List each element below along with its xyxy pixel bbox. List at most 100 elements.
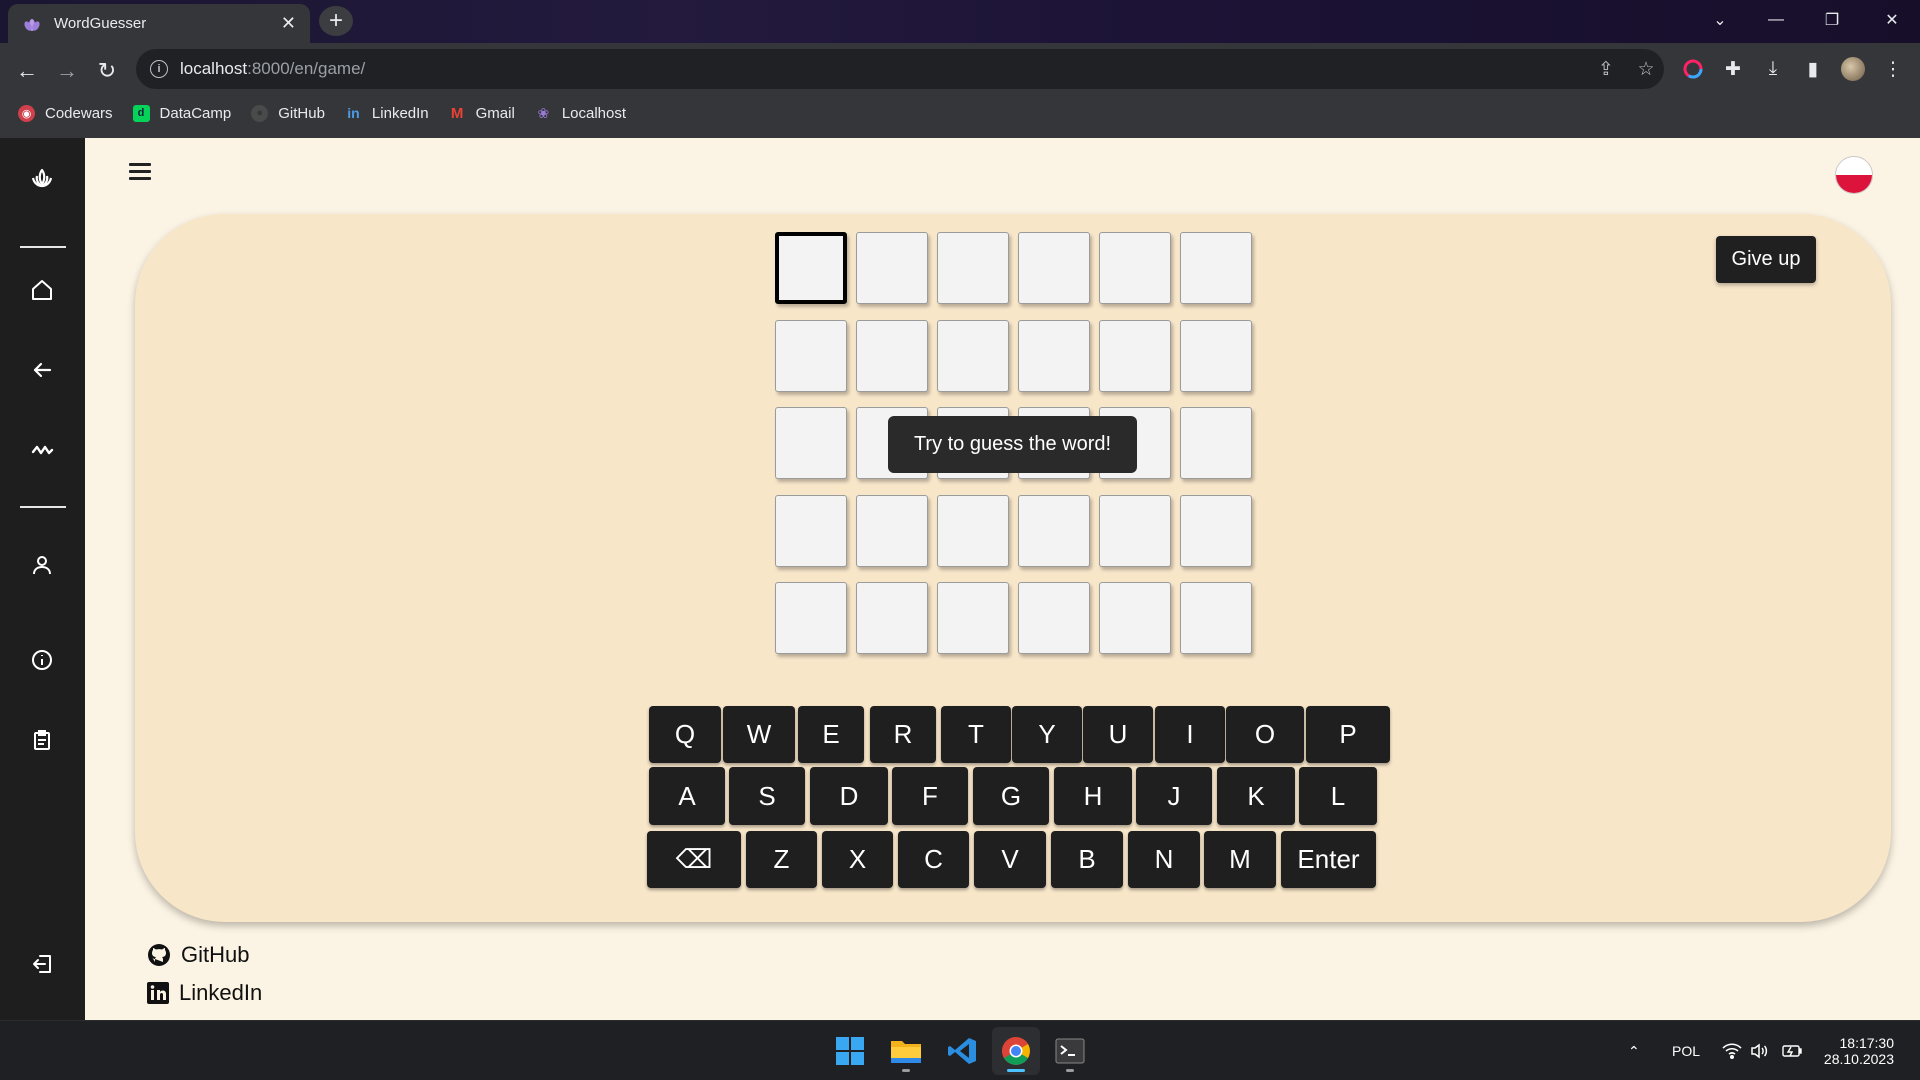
clipboard-icon[interactable] (24, 722, 60, 758)
tray-overflow-icon[interactable]: ⌃ (1628, 1021, 1640, 1080)
polish-flag-language-icon[interactable] (1835, 156, 1873, 194)
key-g[interactable]: G (973, 767, 1049, 825)
letter-cell[interactable] (775, 582, 847, 654)
key-n[interactable]: N (1128, 831, 1200, 888)
key-t[interactable]: T (941, 706, 1011, 763)
key-u[interactable]: U (1083, 706, 1153, 763)
key-k[interactable]: K (1217, 767, 1295, 825)
key-s[interactable]: S (729, 767, 805, 825)
key-a[interactable]: A (649, 767, 725, 825)
key-q[interactable]: Q (649, 706, 721, 763)
letter-cell[interactable] (856, 582, 928, 654)
terminal-icon[interactable] (1046, 1027, 1094, 1075)
letter-cell[interactable] (1180, 319, 1252, 392)
key-f[interactable]: F (892, 767, 968, 825)
footer-linkedin-link[interactable]: LinkedIn (147, 974, 262, 1012)
letter-cell[interactable] (1099, 494, 1171, 567)
letter-cell[interactable] (775, 407, 847, 479)
file-explorer-icon[interactable] (882, 1027, 930, 1075)
site-info-icon[interactable]: i (150, 60, 168, 78)
wifi-icon[interactable] (1722, 1021, 1742, 1080)
bookmark-star-icon[interactable]: ☆ (1634, 57, 1658, 81)
chrome-icon[interactable] (992, 1027, 1040, 1075)
letter-cell[interactable] (1180, 494, 1252, 567)
side-panel-icon[interactable]: ▮ (1800, 56, 1826, 82)
key-c[interactable]: C (898, 831, 969, 888)
bookmark-gmail[interactable]: M Gmail (449, 105, 515, 122)
key-i[interactable]: I (1155, 706, 1225, 763)
bookmark-localhost[interactable]: ❀ Localhost (535, 105, 626, 122)
give-up-button[interactable]: Give up (1716, 236, 1816, 283)
user-icon[interactable] (24, 547, 60, 583)
letter-cell[interactable] (1018, 494, 1090, 567)
extensions-puzzle-icon[interactable]: ✚ (1720, 56, 1746, 82)
letter-cell[interactable] (856, 494, 928, 567)
vscode-icon[interactable] (938, 1027, 986, 1075)
letter-cell[interactable] (1099, 232, 1171, 304)
key-j[interactable]: J (1136, 767, 1212, 825)
key-d[interactable]: D (810, 767, 888, 825)
key-r[interactable]: R (870, 706, 936, 763)
letter-cell[interactable] (775, 319, 847, 392)
logout-icon[interactable] (24, 946, 60, 982)
home-icon[interactable] (24, 272, 60, 308)
download-icon[interactable]: ⤓ (1760, 56, 1786, 82)
key-v[interactable]: V (974, 831, 1046, 888)
key-p[interactable]: P (1306, 706, 1390, 763)
key-enter[interactable]: Enter (1281, 831, 1376, 888)
info-icon[interactable] (24, 642, 60, 678)
key-backspace[interactable]: ⌫ (647, 831, 741, 888)
clock[interactable]: 18:17:30 28.10.2023 (1822, 1021, 1894, 1080)
key-o[interactable]: O (1226, 706, 1304, 763)
back-icon[interactable]: ← (12, 56, 42, 86)
chrome-menu-icon[interactable]: ⋮ (1880, 56, 1906, 82)
letter-cell[interactable] (1018, 232, 1090, 304)
letter-cell[interactable] (1099, 582, 1171, 654)
key-x[interactable]: X (822, 831, 893, 888)
bookmark-codewars[interactable]: ◉ Codewars (18, 104, 113, 122)
lotus-logo-icon[interactable] (24, 161, 60, 197)
wave-icon[interactable] (24, 432, 60, 468)
key-b[interactable]: B (1051, 831, 1123, 888)
key-y[interactable]: Y (1012, 706, 1082, 763)
letter-cell[interactable] (937, 582, 1009, 654)
windows-start-icon[interactable] (826, 1027, 874, 1075)
letter-cell[interactable] (937, 494, 1009, 567)
bookmark-github[interactable]: ● GitHub (251, 104, 325, 122)
letter-cell[interactable] (937, 232, 1009, 304)
footer-github-link[interactable]: GitHub (147, 936, 262, 974)
key-m[interactable]: M (1204, 831, 1276, 888)
letter-cell[interactable] (937, 319, 1009, 392)
bookmark-datacamp[interactable]: d DataCamp (132, 104, 231, 122)
letter-cell[interactable] (856, 319, 928, 392)
letter-cell[interactable] (856, 232, 928, 304)
browser-tab[interactable]: WordGuesser ✕ (8, 4, 310, 43)
letter-cell[interactable] (1018, 582, 1090, 654)
key-e[interactable]: E (798, 706, 864, 763)
bookmark-linkedin[interactable]: in LinkedIn (345, 105, 428, 122)
input-language[interactable]: POL (1672, 1021, 1700, 1080)
forward-icon[interactable]: → (52, 56, 82, 86)
reload-icon[interactable]: ↻ (92, 56, 122, 86)
key-h[interactable]: H (1054, 767, 1132, 825)
window-close-icon[interactable]: ✕ (1864, 0, 1920, 40)
letter-cell[interactable] (1180, 407, 1252, 479)
profile-avatar[interactable] (1840, 56, 1866, 82)
share-icon[interactable]: ⇪ (1594, 57, 1618, 81)
restore-icon[interactable]: ❐ (1804, 0, 1860, 40)
key-w[interactable]: W (723, 706, 795, 763)
address-bar[interactable]: i localhost:8000/en/game/ ⇪ ☆ (136, 49, 1664, 89)
new-tab-button[interactable]: + (319, 6, 353, 36)
back-arrow-icon[interactable] (24, 352, 60, 388)
volume-icon[interactable] (1750, 1021, 1768, 1080)
letter-cell[interactable] (1180, 582, 1252, 654)
letter-cell[interactable] (1099, 319, 1171, 392)
minimize-icon[interactable]: — (1748, 0, 1804, 40)
battery-icon[interactable] (1782, 1021, 1802, 1080)
key-z[interactable]: Z (746, 831, 817, 888)
letter-cell[interactable] (775, 494, 847, 567)
extension-color-icon[interactable] (1680, 56, 1706, 82)
key-l[interactable]: L (1299, 767, 1377, 825)
close-tab-icon[interactable]: ✕ (281, 13, 296, 34)
tab-search-icon[interactable]: ⌄ (1692, 0, 1748, 40)
